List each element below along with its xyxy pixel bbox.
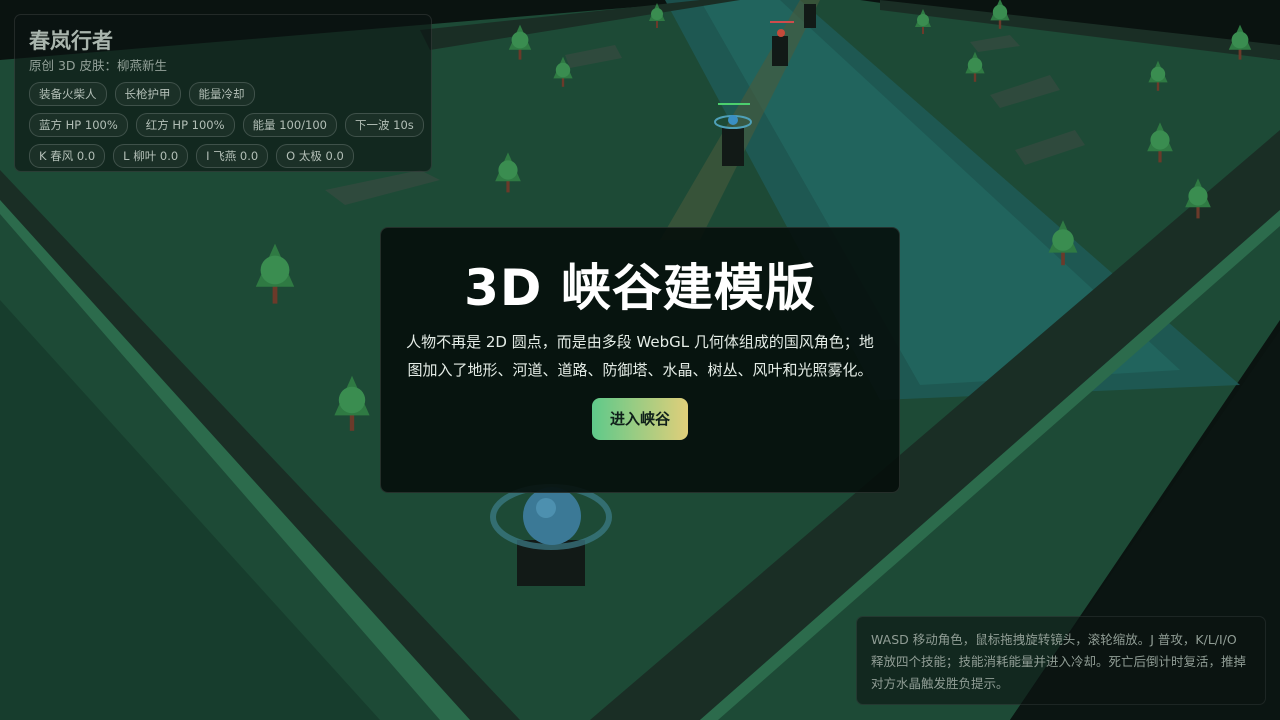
modal-description: 人物不再是 2D 圆点，而是由多段 WebGL 几何体组成的国风角色；地图加入了…	[406, 333, 874, 379]
red-hp-chip: 红方 HP 100%	[135, 113, 235, 137]
controls-help-text: WASD 移动角色，鼠标拖拽旋转镜头，滚轮缩放。J 普攻，K/L/I/O 释放四…	[871, 632, 1247, 691]
next-wave-chip: 下一波 10s	[345, 113, 424, 137]
tag-chip: 长枪护甲	[114, 82, 181, 106]
tag-chip: 装备火柴人	[29, 82, 107, 106]
skill-cooldown-row: K 春风 0.0 L 柳叶 0.0 I 飞燕 0.0 O 太极 0.0	[29, 144, 417, 168]
hero-name: 春岚行者	[29, 29, 113, 53]
skill-l-chip: L 柳叶 0.0	[113, 144, 189, 168]
tag-chip: 能量冷却	[188, 82, 255, 106]
skill-o-chip: O 太极 0.0	[276, 144, 354, 168]
status-row: 蓝方 HP 100% 红方 HP 100% 能量 100/100 下一波 10s	[29, 113, 424, 137]
skill-i-chip: I 飞燕 0.0	[196, 144, 269, 168]
player-hud-panel: 春岚行者 原创 3D 皮肤：柳燕新生 装备火柴人 长枪护甲 能量冷却 蓝方 HP…	[14, 14, 432, 172]
defense-tower	[804, 4, 816, 28]
skill-k-chip: K 春风 0.0	[29, 144, 106, 168]
enter-canyon-button[interactable]: 进入峡谷	[591, 398, 688, 440]
energy-chip: 能量 100/100	[242, 113, 337, 137]
hero-tags: 装备火柴人 长枪护甲 能量冷却	[29, 82, 417, 106]
modal-title: 3D 峡谷建模版	[464, 259, 816, 317]
hero-skin: 原创 3D 皮肤：柳燕新生	[29, 58, 168, 73]
controls-help-panel: WASD 移动角色，鼠标拖拽旋转镜头，滚轮缩放。J 普攻，K/L/I/O 释放四…	[856, 616, 1266, 705]
start-modal: 3D 峡谷建模版 人物不再是 2D 圆点，而是由多段 WebGL 几何体组成的国…	[380, 227, 900, 493]
blue-hp-chip: 蓝方 HP 100%	[29, 113, 128, 137]
